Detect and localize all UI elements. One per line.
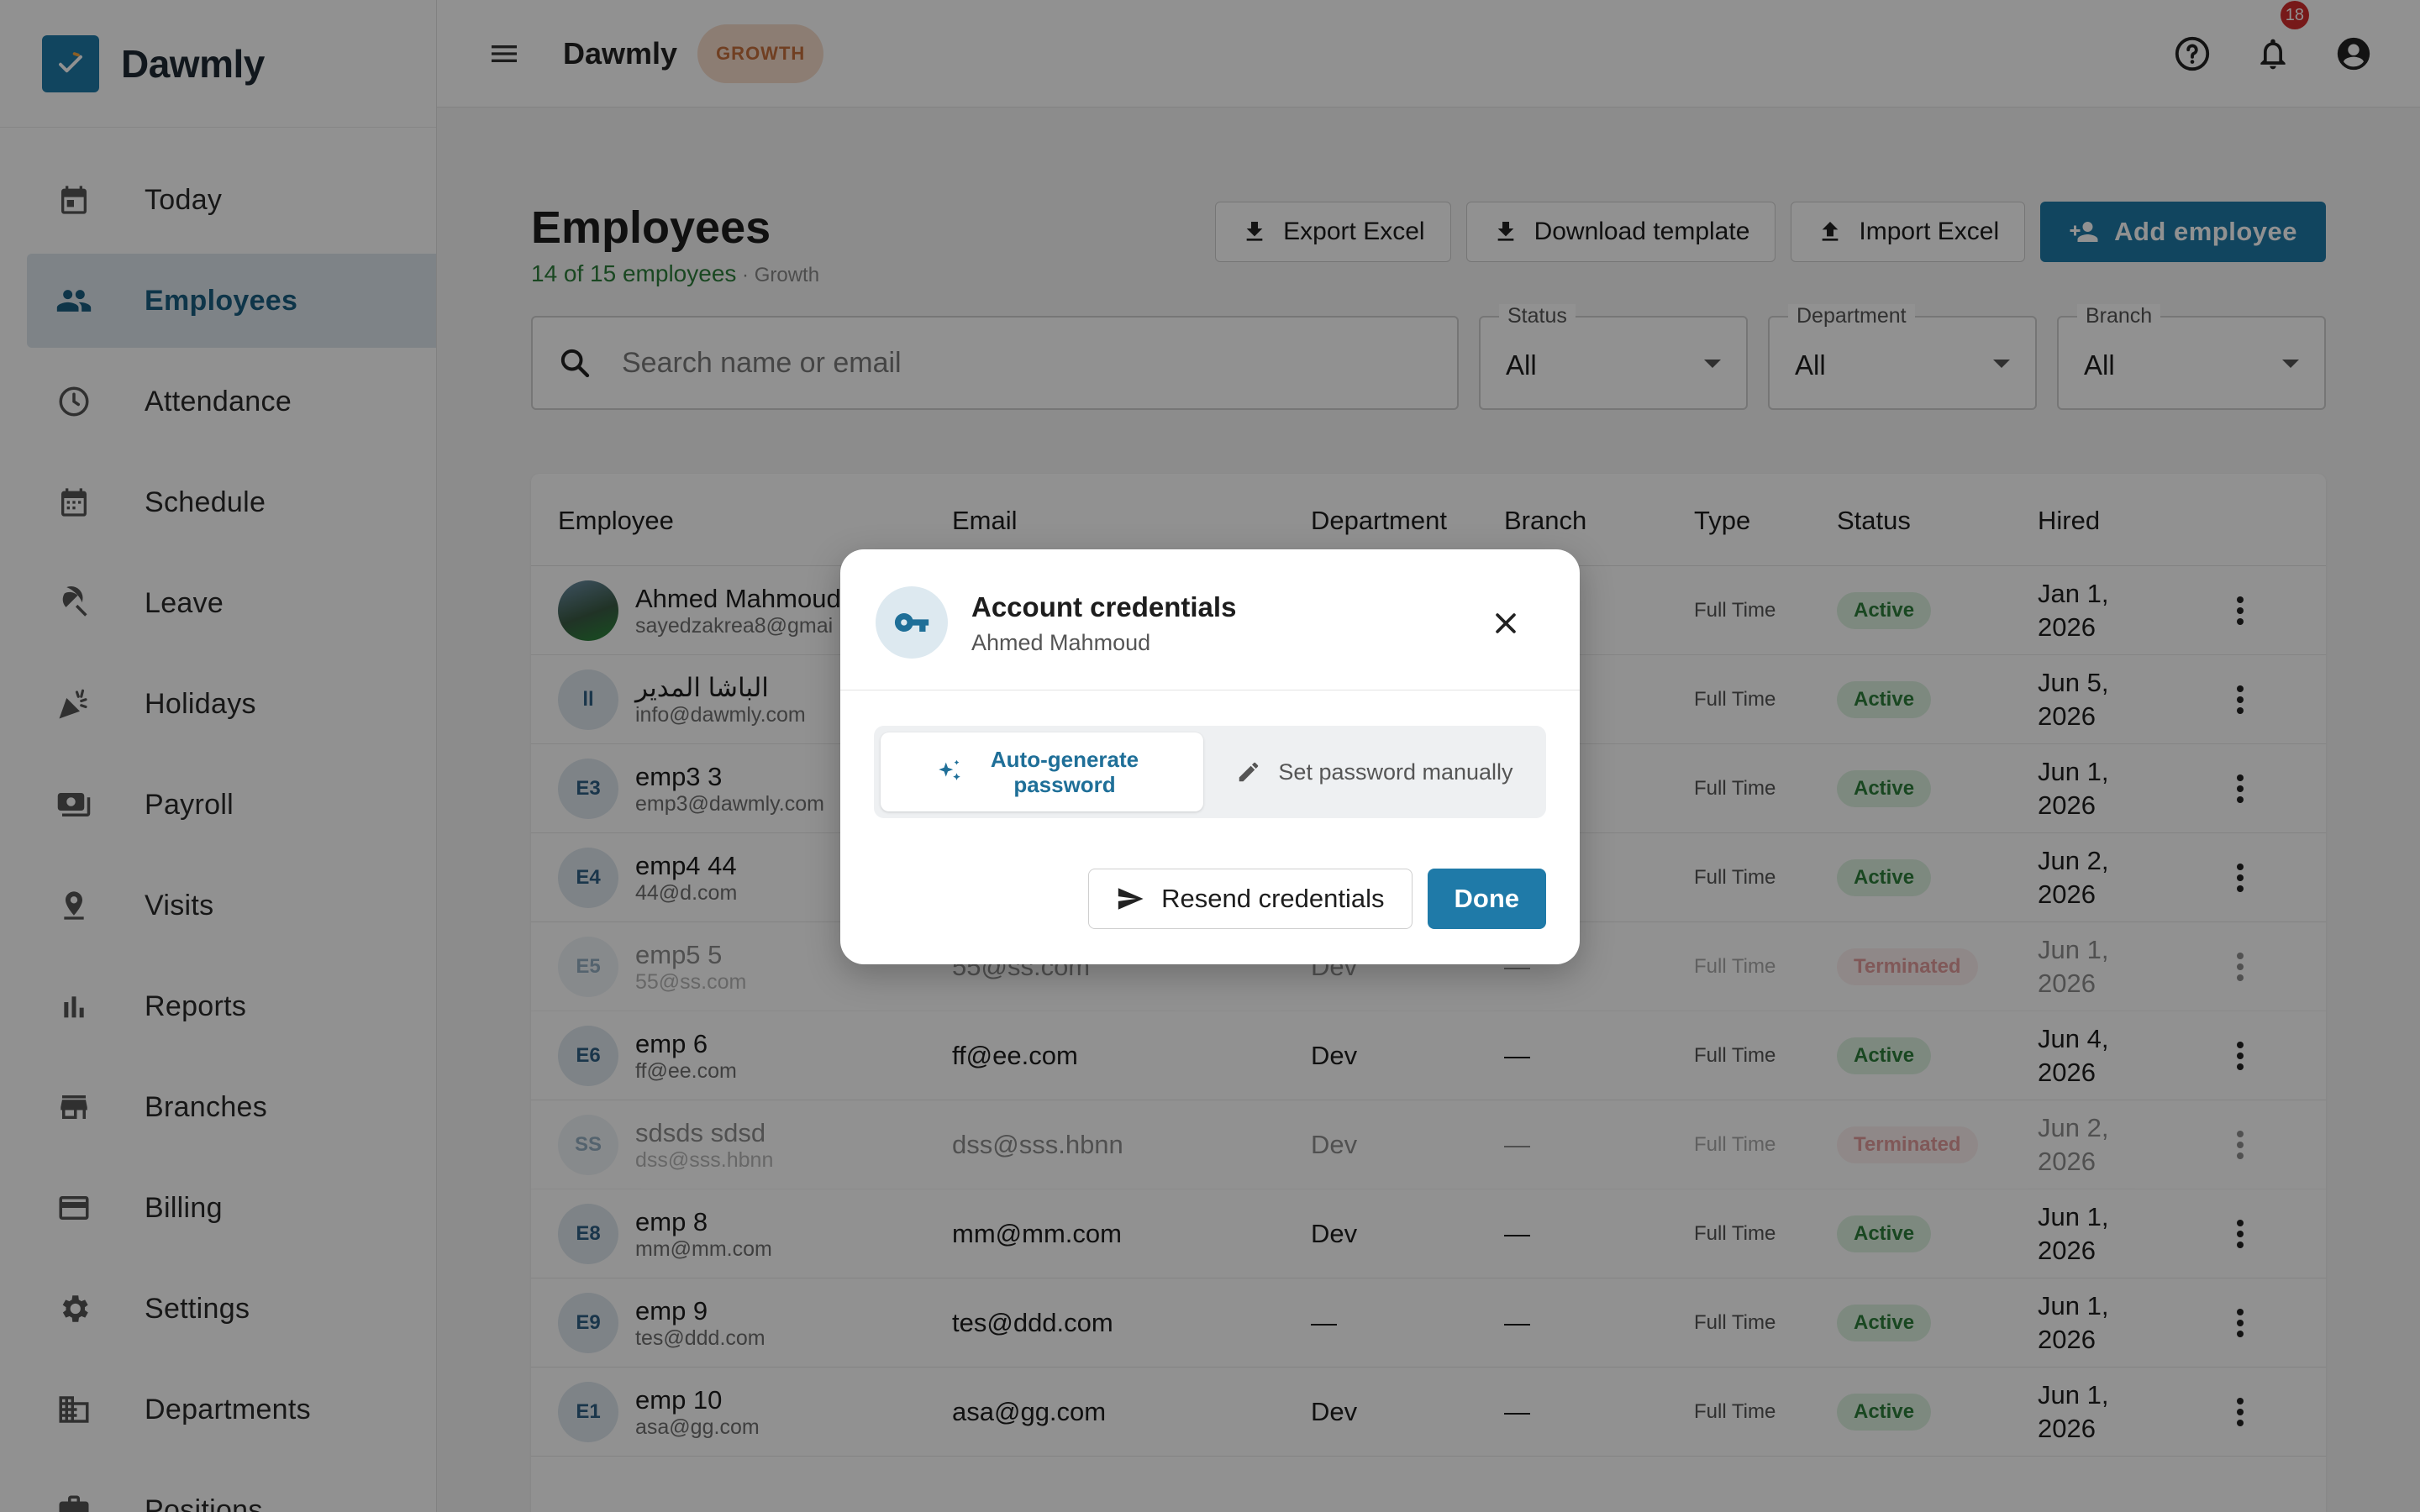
pencil-icon: [1239, 762, 1259, 782]
resend-credentials-label: Resend credentials: [1161, 884, 1385, 913]
auto-generate-label: Auto-generate password: [990, 747, 1139, 797]
set-manually-label: Set password manually: [1278, 759, 1513, 785]
close-icon[interactable]: [1491, 608, 1521, 638]
dialog-subtitle: Ahmed Mahmoud: [971, 630, 1151, 655]
dialog-title: Account credentials: [971, 591, 1237, 622]
key-icon: [876, 586, 948, 659]
account-credentials-dialog: Account credentials Ahmed Mahmoud Auto-g…: [840, 549, 1580, 964]
dialog-header: Account credentials Ahmed Mahmoud: [840, 549, 1580, 690]
done-button[interactable]: Done: [1427, 869, 1546, 929]
dialog-actions: Resend credentials Done: [1088, 869, 1546, 929]
done-label: Done: [1454, 884, 1520, 913]
resend-credentials-button[interactable]: Resend credentials: [1088, 869, 1413, 929]
auto-generate-password-option[interactable]: Auto-generate password: [881, 732, 1203, 811]
password-mode-toggle: Auto-generate password Set password manu…: [874, 726, 1546, 818]
set-password-manually-option[interactable]: Set password manually: [1210, 732, 1539, 811]
send-icon: [1118, 888, 1144, 910]
sparkle-icon: [939, 759, 960, 780]
